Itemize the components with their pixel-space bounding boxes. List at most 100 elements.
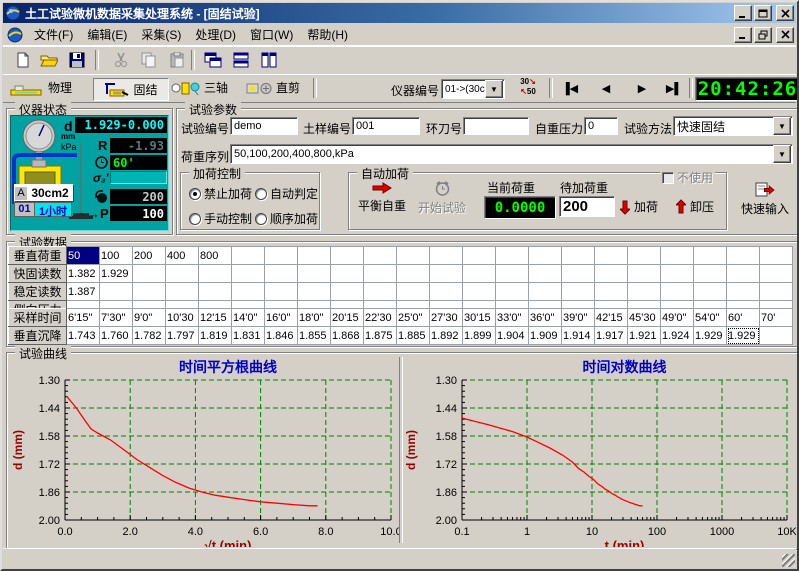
child-restore-button[interactable] bbox=[754, 27, 772, 43]
table-cell[interactable]: 1.885 bbox=[397, 327, 430, 345]
table-cell[interactable] bbox=[364, 247, 397, 265]
table-cell[interactable] bbox=[199, 283, 232, 301]
last-record-button[interactable]: ▶▌ bbox=[663, 82, 685, 95]
table-cell[interactable]: 1.899 bbox=[463, 327, 496, 345]
tab-triaxial[interactable]: 三轴 bbox=[171, 79, 241, 96]
prev-record-button[interactable]: ◀ bbox=[595, 82, 617, 95]
table-cell[interactable]: 200 bbox=[133, 247, 166, 265]
table-cell[interactable]: 1.914 bbox=[562, 327, 595, 345]
table-cell[interactable] bbox=[595, 265, 628, 283]
cut-button[interactable] bbox=[109, 49, 133, 71]
table-cell[interactable]: 1.387 bbox=[67, 283, 100, 301]
table-cell[interactable] bbox=[397, 247, 430, 265]
table-cell[interactable] bbox=[265, 265, 298, 283]
table-cell[interactable] bbox=[595, 247, 628, 265]
table-cell[interactable]: 7'30" bbox=[100, 309, 133, 327]
table-cell[interactable]: 42'15 bbox=[595, 309, 628, 327]
table-cell[interactable] bbox=[298, 265, 331, 283]
table-cell[interactable] bbox=[562, 265, 595, 283]
table-cell[interactable] bbox=[463, 283, 496, 301]
menu-acquire[interactable]: 采集(S) bbox=[134, 24, 188, 45]
table-cell[interactable] bbox=[232, 265, 265, 283]
next-record-button[interactable]: ▶ bbox=[631, 82, 653, 95]
table-cell[interactable] bbox=[166, 265, 199, 283]
table-cell[interactable]: 1.382 bbox=[67, 265, 100, 283]
table-cell[interactable] bbox=[232, 283, 265, 301]
table-cell[interactable] bbox=[727, 283, 760, 301]
table-cell[interactable]: 49'0" bbox=[661, 309, 694, 327]
table-cell[interactable] bbox=[529, 283, 562, 301]
table-cell[interactable] bbox=[628, 265, 661, 283]
table-cell[interactable] bbox=[496, 265, 529, 283]
table-cell[interactable] bbox=[760, 265, 793, 283]
resize-grip[interactable] bbox=[782, 554, 795, 567]
child-close-button[interactable] bbox=[776, 27, 794, 43]
radio-option-3[interactable]: 顺序加荷 bbox=[255, 210, 321, 227]
table-cell[interactable] bbox=[166, 283, 199, 301]
table-cell[interactable]: 39'0" bbox=[562, 309, 595, 327]
table-cell[interactable]: 100 bbox=[100, 247, 133, 265]
table-cell[interactable]: 30'15 bbox=[463, 309, 496, 327]
tab-physical[interactable]: 物理 bbox=[9, 79, 91, 96]
table-cell[interactable]: 1.855 bbox=[298, 327, 331, 345]
method-combobox[interactable]: 快速固结 ▼ bbox=[673, 116, 793, 136]
table-cell[interactable]: 1.929 bbox=[100, 265, 133, 283]
table-cell[interactable]: 1.904 bbox=[496, 327, 529, 345]
table-cell[interactable]: 1.929 bbox=[727, 327, 760, 345]
table-cell[interactable] bbox=[661, 283, 694, 301]
menu-file[interactable]: 文件(F) bbox=[27, 24, 80, 45]
unload-button[interactable]: 卸压 bbox=[676, 198, 724, 215]
chevron-down-icon[interactable]: ▼ bbox=[485, 80, 503, 98]
table-cell[interactable] bbox=[397, 265, 430, 283]
table-cell[interactable]: 1.921 bbox=[628, 327, 661, 345]
table-cell[interactable]: 1.782 bbox=[133, 327, 166, 345]
load-sequence-combobox[interactable]: 50,100,200,400,800,kPa ▼ bbox=[230, 144, 793, 164]
table-cell[interactable]: 70' bbox=[760, 309, 793, 327]
table-cell[interactable] bbox=[562, 283, 595, 301]
table-cell[interactable] bbox=[265, 283, 298, 301]
table-cell[interactable]: 50 bbox=[67, 247, 100, 265]
table-cell[interactable]: 1.831 bbox=[232, 327, 265, 345]
table-cell[interactable]: 14'0" bbox=[232, 309, 265, 327]
table-cell[interactable]: 1.868 bbox=[331, 327, 364, 345]
chevron-down-icon[interactable]: ▼ bbox=[773, 117, 791, 135]
preload-input[interactable] bbox=[584, 117, 618, 135]
table-cell[interactable]: 20'15 bbox=[331, 309, 364, 327]
table-cell[interactable] bbox=[760, 283, 793, 301]
table-cell[interactable] bbox=[661, 247, 694, 265]
table-cell[interactable] bbox=[298, 247, 331, 265]
table-cell[interactable] bbox=[529, 247, 562, 265]
new-file-button[interactable] bbox=[11, 49, 35, 71]
table-cell[interactable]: 6'15" bbox=[67, 309, 100, 327]
table-cell[interactable]: 1.909 bbox=[529, 327, 562, 345]
table-cell[interactable]: 45'30 bbox=[628, 309, 661, 327]
not-use-checkbox[interactable]: 不使用 bbox=[660, 169, 715, 186]
table-cell[interactable]: 1.924 bbox=[661, 327, 694, 345]
menu-window[interactable]: 窗口(W) bbox=[243, 24, 300, 45]
save-file-button[interactable] bbox=[65, 49, 89, 71]
table-cell[interactable]: 1.760 bbox=[100, 327, 133, 345]
table-cell[interactable] bbox=[265, 247, 298, 265]
menu-process[interactable]: 处理(D) bbox=[188, 24, 243, 45]
table-cell[interactable]: 1.875 bbox=[364, 327, 397, 345]
table-cell[interactable]: 60' bbox=[727, 309, 760, 327]
tab-consolidation[interactable]: 固结 bbox=[93, 78, 169, 101]
table-cell[interactable] bbox=[661, 265, 694, 283]
table-cell[interactable] bbox=[232, 247, 265, 265]
menu-edit[interactable]: 编辑(E) bbox=[80, 24, 134, 45]
apply-load-button[interactable]: 加荷 bbox=[620, 198, 668, 215]
table-cell[interactable] bbox=[595, 283, 628, 301]
table-cell[interactable] bbox=[397, 283, 430, 301]
table-cell[interactable]: 22'30 bbox=[364, 309, 397, 327]
table-cell[interactable] bbox=[496, 283, 529, 301]
table-cell[interactable]: 27'30 bbox=[430, 309, 463, 327]
ring-no-input[interactable] bbox=[463, 117, 529, 135]
table-cell[interactable] bbox=[430, 283, 463, 301]
table-cell[interactable] bbox=[199, 265, 232, 283]
table-cell[interactable]: 1.743 bbox=[67, 327, 100, 345]
table-cell[interactable] bbox=[463, 265, 496, 283]
close-button[interactable] bbox=[776, 5, 794, 21]
table-cell[interactable] bbox=[463, 247, 496, 265]
table-cell[interactable]: 16'0" bbox=[265, 309, 298, 327]
table-cell[interactable] bbox=[529, 265, 562, 283]
